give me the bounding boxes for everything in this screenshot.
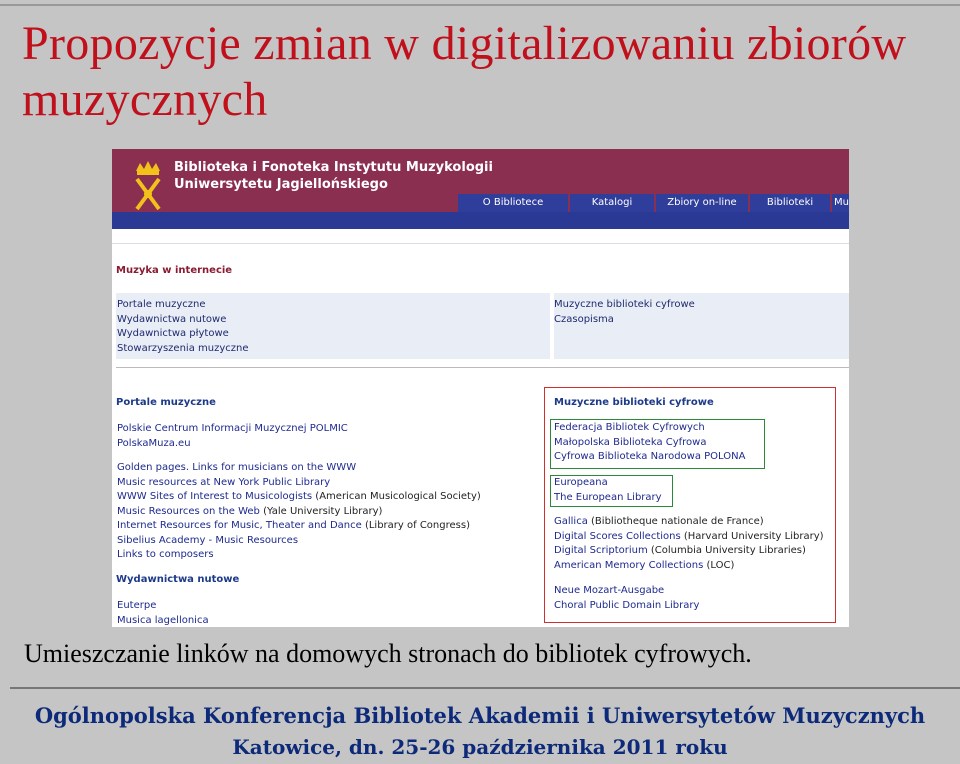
nav-band	[112, 212, 849, 229]
link-item[interactable]: Digital Scores Collections	[554, 531, 681, 542]
link-row: Digital Scriptorium (Columbia University…	[554, 544, 824, 559]
footer-conference: Ogólnopolska Konferencja Bibliotek Akade…	[34, 703, 926, 728]
slide-title: Propozycje zmian w digitalizowaniu zbior…	[22, 17, 907, 126]
quick-links-right: Muzyczne biblioteki cyfrowe Czasopisma	[554, 298, 695, 327]
nav-muz[interactable]: Muz	[832, 194, 849, 212]
link-item[interactable]: American Memory Collections	[554, 560, 703, 571]
link-row: Golden pages. Links for musicians on the…	[117, 461, 481, 476]
link-item[interactable]: WWW Sites of Interest to Musicologists	[117, 491, 312, 502]
footer-rule	[10, 687, 960, 689]
section-title-muzyka: Muzyka w internecie	[116, 265, 233, 276]
link-item[interactable]: Cyfrowa Biblioteka Narodowa POLONA	[554, 450, 745, 465]
link-item[interactable]: Music Resources on the Web	[117, 506, 260, 517]
nav-biblioteki[interactable]: Biblioteki	[750, 194, 830, 212]
slide-caption: Umieszczanie linków na domowych stronach…	[24, 639, 752, 668]
link-note: (Library of Congress)	[361, 520, 470, 531]
link-row: Music Resources on the Web (Yale Univers…	[117, 505, 481, 520]
link-item[interactable]: Golden pages. Links for musicians on the…	[117, 462, 356, 473]
link-item[interactable]: Europeana	[554, 476, 662, 491]
european-libraries-list: Europeana The European Library	[554, 476, 662, 505]
header-spacer	[112, 229, 849, 244]
link-item[interactable]: Gallica	[554, 516, 588, 527]
quick-links-left: Portale muzyczne Wydawnictwa nutowe Wyda…	[117, 298, 249, 356]
main-nav: O Bibliotece Katalogi Zbiory on-line Bib…	[458, 194, 849, 212]
website-screenshot: Biblioteka i Fonoteka Instytutu Muzykolo…	[112, 149, 849, 627]
link-item[interactable]: Małopolska Biblioteka Cyfrowa	[554, 436, 745, 451]
link-item[interactable]: Digital Scriptorium	[554, 545, 648, 556]
link-row: American Memory Collections (LOC)	[554, 559, 824, 574]
divider	[116, 367, 849, 368]
link-item[interactable]: The European Library	[554, 491, 662, 506]
top-rule	[0, 4, 960, 6]
link-note: (LOC)	[703, 559, 735, 571]
quick-links-box: Portale muzyczne Wydawnictwa nutowe Wyda…	[116, 293, 849, 359]
link-item[interactable]: Choral Public Domain Library	[554, 599, 699, 614]
footer-date: Katowice, dn. 25-26 października 2011 ro…	[232, 735, 728, 759]
quick-link[interactable]: Wydawnictwa nutowe	[117, 313, 249, 328]
link-item[interactable]: PolskaMuza.eu	[117, 437, 348, 452]
link-row: Links to composers	[117, 548, 481, 563]
link-item[interactable]: Internet Resources for Music, Theater an…	[117, 520, 362, 531]
quick-link[interactable]: Portale muzyczne	[117, 298, 249, 313]
other-libraries-list: Gallica (Bibliotheque nationale de Franc…	[554, 515, 824, 573]
link-item[interactable]: Polskie Centrum Informacji Muzycznej POL…	[117, 422, 348, 437]
section-title-wydawnictwa: Wydawnictwa nutowe	[116, 574, 240, 585]
section-title-biblioteki: Muzyczne biblioteki cyfrowe	[554, 397, 714, 408]
polish-libraries-list: Federacja Bibliotek Cyfrowych Małopolska…	[554, 421, 745, 465]
quick-link[interactable]: Stowarzyszenia muzyczne	[117, 342, 249, 357]
wydawnictwa-list: Euterpe Musica lagellonica	[117, 599, 209, 627]
link-row: WWW Sites of Interest to Musicologists (…	[117, 490, 481, 505]
nav-zbiory-online[interactable]: Zbiory on-line	[656, 194, 748, 212]
link-item[interactable]: Musica lagellonica	[117, 614, 209, 628]
link-item[interactable]: Federacja Bibliotek Cyfrowych	[554, 421, 745, 436]
quick-link[interactable]: Muzyczne biblioteki cyfrowe	[554, 298, 695, 313]
library-name-line1: Biblioteka i Fonoteka Instytutu Muzykolo…	[174, 160, 493, 175]
link-row: Gallica (Bibliotheque nationale de Franc…	[554, 515, 824, 530]
link-note: (Yale University Library)	[259, 505, 383, 517]
link-row: Digital Scores Collections (Harvard Univ…	[554, 530, 824, 545]
link-row: Music resources at New York Public Libra…	[117, 476, 481, 491]
link-note: (Harvard University Library)	[680, 530, 824, 542]
link-note: (Columbia University Libraries)	[647, 545, 806, 556]
library-name-line2: Uniwersytetu Jagiellońskiego	[174, 177, 388, 192]
link-item[interactable]: Music resources at New York Public Libra…	[117, 477, 330, 488]
link-item[interactable]: Links to composers	[117, 549, 214, 560]
nav-o-bibliotece[interactable]: O Bibliotece	[458, 194, 568, 212]
link-note: (American Musicological Society)	[312, 491, 481, 502]
link-item[interactable]: Euterpe	[117, 599, 209, 614]
link-note: (Bibliotheque nationale de France)	[587, 516, 764, 527]
link-row: Sibelius Academy - Music Resources	[117, 534, 481, 549]
link-item[interactable]: Neue Mozart-Ausgabe	[554, 584, 699, 599]
quick-link[interactable]: Wydawnictwa płytowe	[117, 327, 249, 342]
portale-group1: Polskie Centrum Informacji Muzycznej POL…	[117, 422, 348, 451]
link-item[interactable]: Sibelius Academy - Music Resources	[117, 535, 298, 546]
nav-katalogi[interactable]: Katalogi	[570, 194, 654, 212]
section-title-portale: Portale muzyczne	[116, 397, 216, 408]
quick-link[interactable]: Czasopisma	[554, 313, 695, 328]
library-name: Biblioteka i Fonoteka Instytutu Muzykolo…	[174, 159, 493, 193]
portale-group2: Golden pages. Links for musicians on the…	[117, 461, 481, 563]
university-crest-icon	[135, 161, 161, 211]
link-row: Internet Resources for Music, Theater an…	[117, 519, 481, 534]
more-libraries-list: Neue Mozart-Ausgabe Choral Public Domain…	[554, 584, 699, 613]
